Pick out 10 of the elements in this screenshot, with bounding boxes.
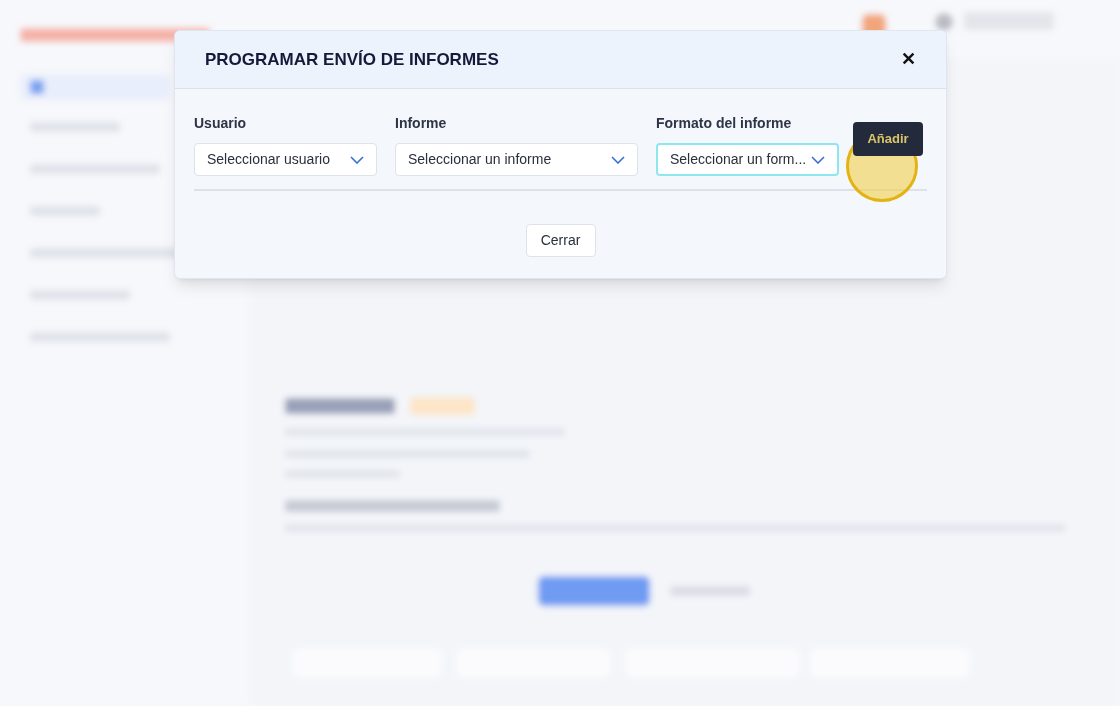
dialog-title: PROGRAMAR ENVÍO DE INFORMES — [205, 48, 499, 71]
add-button[interactable]: Añadir — [853, 122, 923, 156]
field-label: Usuario — [194, 114, 248, 133]
close-dialog-button[interactable]: Cerrar — [525, 224, 596, 257]
select-field[interactable]: Seleccionar usuario — [194, 143, 377, 176]
select-field[interactable]: Seleccionar un informe — [395, 143, 638, 176]
close-button[interactable]: ✕ — [901, 46, 916, 73]
select-field[interactable]: Seleccionar un form... — [656, 143, 839, 176]
field-label: Informe — [395, 114, 448, 133]
field-label: Formato del informe — [656, 114, 793, 133]
